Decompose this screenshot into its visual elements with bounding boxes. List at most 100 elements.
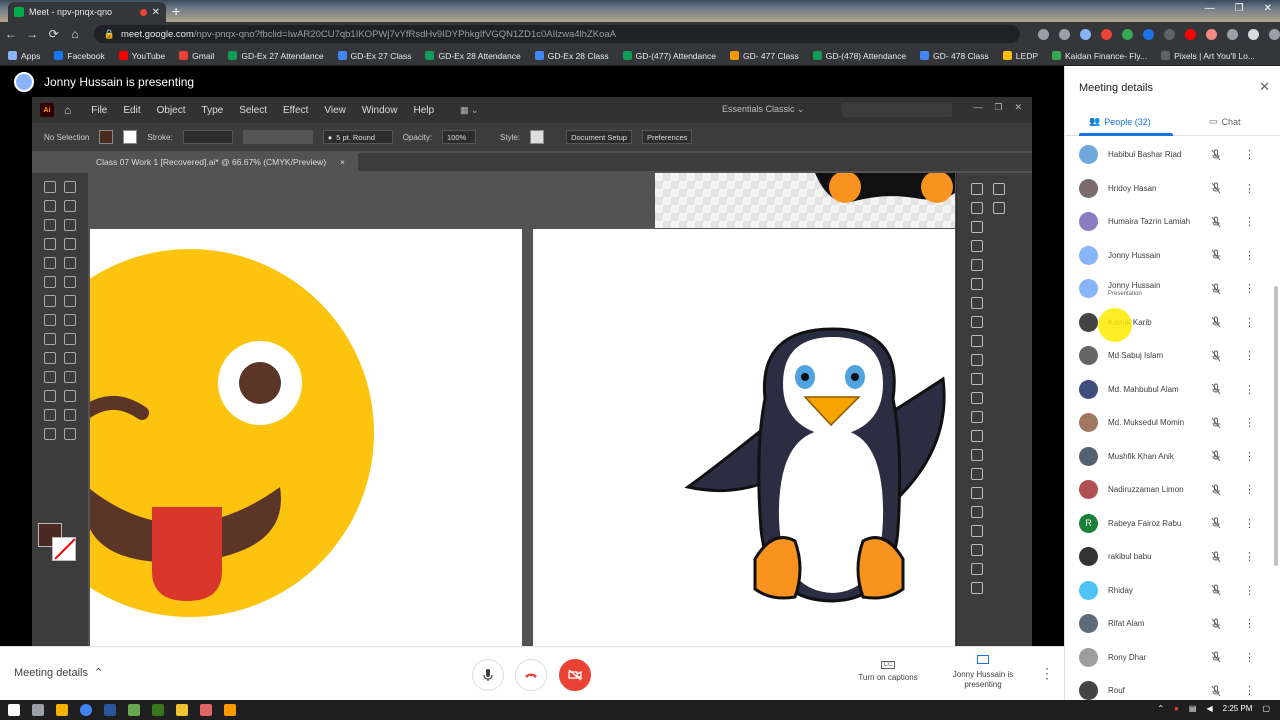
participant-more-icon[interactable]: ⋮ — [1244, 316, 1255, 329]
panel-scrollbar[interactable] — [1274, 286, 1278, 566]
zoom-icon[interactable] — [1059, 28, 1070, 40]
participant-row[interactable]: Jonny Hussain ⋮ — [1065, 239, 1280, 273]
panel-icon[interactable] — [971, 468, 983, 480]
panel-icon[interactable] — [993, 202, 1005, 214]
panel-icon[interactable] — [971, 316, 983, 328]
tool-icon[interactable] — [64, 333, 76, 345]
close-window-icon[interactable]: ✕ — [1014, 102, 1022, 113]
participant-row[interactable]: Hridoy Hasan ⋮ — [1065, 172, 1280, 206]
participant-more-icon[interactable]: ⋮ — [1244, 383, 1255, 396]
participant-more-icon[interactable]: ⋮ — [1244, 215, 1255, 228]
sticky-notes-icon[interactable] — [176, 704, 188, 716]
tool-icon[interactable] — [64, 257, 76, 269]
tool-icon[interactable] — [44, 276, 56, 288]
participant-more-icon[interactable]: ⋮ — [1244, 249, 1255, 262]
tool-icon[interactable] — [44, 333, 56, 345]
mic-muted-icon[interactable] — [1211, 249, 1221, 261]
participant-more-icon[interactable]: ⋮ — [1244, 349, 1255, 362]
mic-muted-icon[interactable] — [1211, 316, 1221, 328]
chrome-icon[interactable] — [80, 704, 92, 716]
microphone-button[interactable] — [472, 659, 504, 691]
more-options-icon[interactable]: ⋮ — [1040, 665, 1054, 682]
participant-row[interactable]: Jonny Hussain Presentation ⋮ — [1065, 272, 1280, 306]
mic-muted-icon[interactable] — [1211, 685, 1221, 697]
mic-muted-icon[interactable] — [1211, 383, 1221, 395]
puzzle-icon[interactable] — [1227, 28, 1238, 40]
camera-icon[interactable] — [1038, 28, 1049, 40]
participant-more-icon[interactable]: ⋮ — [1244, 416, 1255, 429]
bookmark-item[interactable]: GD-Ex 27 Class — [337, 51, 411, 61]
panel-icon[interactable] — [971, 506, 983, 518]
tool-icon[interactable] — [44, 181, 56, 193]
panel-icon[interactable] — [971, 430, 983, 442]
illustrator-taskbar-icon[interactable] — [224, 704, 236, 716]
home-icon[interactable]: ⌂ — [64, 103, 71, 117]
bookmark-item[interactable]: Apps — [8, 51, 40, 61]
menu-help[interactable]: Help — [413, 105, 434, 116]
panel-icon[interactable] — [971, 335, 983, 347]
menu-effect[interactable]: Effect — [283, 105, 308, 116]
close-window-icon[interactable]: ✕ — [1264, 3, 1272, 14]
tool-icon[interactable] — [44, 314, 56, 326]
participant-row[interactable]: Md. Muksedul Momin ⋮ — [1065, 406, 1280, 440]
reload-icon[interactable]: ⟳ — [43, 27, 64, 41]
participant-row[interactable]: Humaira Tazrin Lamiah ⋮ — [1065, 205, 1280, 239]
close-document-icon[interactable]: × — [340, 157, 345, 167]
arrange-documents-icon[interactable]: ▦ ⌄ — [460, 105, 479, 116]
adblock-icon[interactable] — [1101, 28, 1112, 40]
panel-icon[interactable] — [971, 354, 983, 366]
mic-muted-icon[interactable] — [1211, 216, 1221, 228]
restore-icon[interactable]: ❐ — [994, 102, 1002, 113]
panel-icon[interactable] — [971, 259, 983, 271]
menu-object[interactable]: Object — [157, 105, 186, 116]
meeting-details-toggle[interactable]: Meeting details ⌃ — [14, 666, 103, 680]
windows-start-icon[interactable] — [8, 704, 20, 716]
panel-icon[interactable] — [971, 449, 983, 461]
tool-icon[interactable] — [44, 390, 56, 402]
mic-muted-icon[interactable] — [1211, 618, 1221, 630]
menu-select[interactable]: Select — [239, 105, 267, 116]
app-green-icon[interactable] — [128, 704, 140, 716]
participant-more-icon[interactable]: ⋮ — [1244, 617, 1255, 630]
participant-row[interactable]: Nadiruzzaman Limon ⋮ — [1065, 473, 1280, 507]
captions-button[interactable]: CC Turn on captions — [852, 659, 924, 682]
tool-icon[interactable] — [44, 371, 56, 383]
document-setup-button[interactable]: Document Setup — [566, 130, 632, 144]
mic-muted-icon[interactable] — [1211, 584, 1221, 596]
bookmark-item[interactable]: GD-(477) Attendance — [622, 51, 716, 61]
panel-icon[interactable] — [971, 411, 983, 423]
panel-icon[interactable] — [971, 183, 983, 195]
bookmark-item[interactable]: GD-Ex 27 Attendance — [228, 51, 324, 61]
close-panel-icon[interactable]: ✕ — [1259, 79, 1270, 95]
illustrator-canvas[interactable] — [88, 173, 956, 647]
mic-muted-icon[interactable] — [1211, 517, 1221, 529]
participant-more-icon[interactable]: ⋮ — [1244, 282, 1255, 295]
tool-icon[interactable] — [64, 390, 76, 402]
panel-icon[interactable] — [971, 278, 983, 290]
participant-more-icon[interactable]: ⋮ — [1244, 684, 1255, 697]
bookmark-item[interactable]: GD-(478) Attendance — [812, 51, 906, 61]
volume-icon[interactable]: ◀ — [1206, 704, 1212, 713]
bookmark-item[interactable]: LEDP — [1002, 51, 1038, 61]
participant-row[interactable]: Rony Dhar ⋮ — [1065, 641, 1280, 675]
mic-muted-icon[interactable] — [1211, 149, 1221, 161]
stroke-weight-field[interactable] — [182, 130, 233, 144]
tool-icon[interactable] — [44, 238, 56, 250]
mic-muted-icon[interactable] — [1211, 551, 1221, 563]
panel-icon[interactable] — [993, 183, 1005, 195]
task-view-icon[interactable] — [32, 704, 44, 716]
bookmark-item[interactable]: Kaidan Finance- Fly... — [1052, 51, 1147, 61]
panel-icon[interactable] — [971, 373, 983, 385]
participant-row[interactable]: rakibul babu ⋮ — [1065, 540, 1280, 574]
address-bar[interactable]: 🔒 meet.google.com/npv-pnqx-qno?fbclid=Iw… — [93, 25, 1020, 43]
participant-more-icon[interactable]: ⋮ — [1244, 550, 1255, 563]
participant-more-icon[interactable]: ⋮ — [1244, 483, 1255, 496]
bookmark-item[interactable]: Pixels | Art You'll Lo... — [1161, 51, 1255, 61]
participant-row[interactable]: Rifat Alam ⋮ — [1065, 607, 1280, 641]
translate-icon[interactable] — [1143, 28, 1154, 40]
participant-row[interactable]: Md Sabuj Islam ⋮ — [1065, 339, 1280, 373]
panel-icon[interactable] — [971, 221, 983, 233]
search-app-icon[interactable] — [200, 704, 212, 716]
new-tab-button[interactable]: + — [172, 3, 180, 19]
tool-icon[interactable] — [64, 295, 76, 307]
